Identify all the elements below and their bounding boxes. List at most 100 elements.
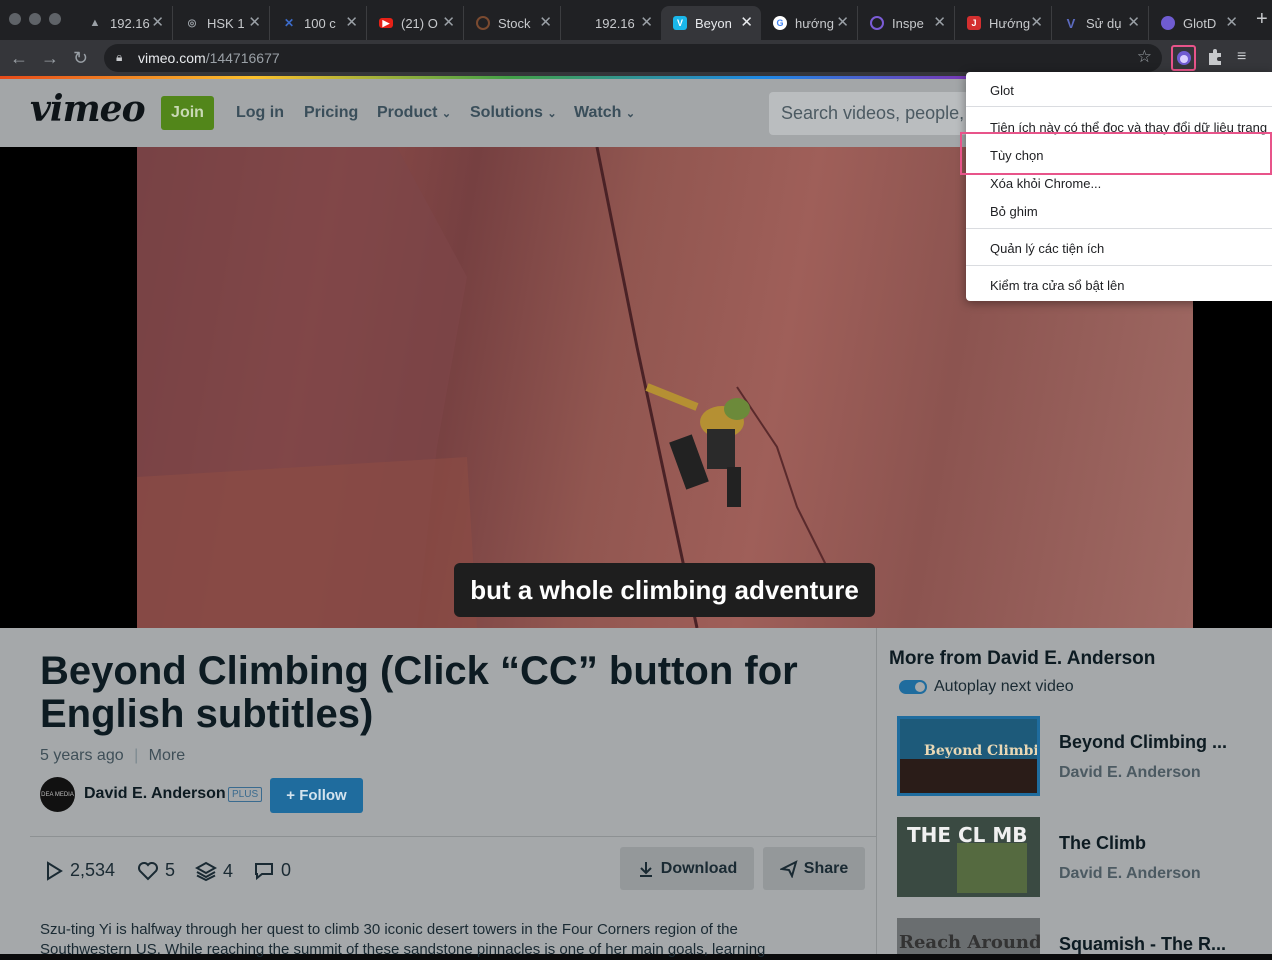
watch-label: Watch (574, 104, 622, 121)
menu-separator (966, 228, 1272, 229)
menu-item-glot[interactable]: Glot (990, 83, 1014, 98)
join-button[interactable]: Join (161, 96, 214, 130)
share-button[interactable]: Share (763, 847, 865, 890)
back-icon[interactable]: ← (10, 48, 28, 68)
vimeo-logo[interactable]: vimeo (30, 88, 146, 130)
browser-tab[interactable]: ▶ (21) O ✕ (367, 6, 464, 40)
plus-badge: PLUS (228, 787, 263, 802)
download-button[interactable]: Download (620, 847, 754, 890)
hsk-icon: ◎ (187, 17, 197, 29)
tab-title: Beyon (695, 15, 732, 31)
close-tab-icon[interactable]: ✕ (1225, 15, 1238, 31)
divider (876, 628, 877, 954)
close-tab-icon[interactable]: ✕ (933, 15, 946, 31)
glot-extension-icon[interactable] (1171, 45, 1196, 71)
product-menu[interactable]: Product ⌄ (377, 104, 451, 122)
v-icon: V (1066, 15, 1076, 31)
close-tab-icon[interactable]: ✕ (1127, 15, 1140, 31)
browser-tab[interactable]: ◎ HSK 1 ✕ (173, 6, 270, 40)
browser-tab[interactable]: ✕ 100 c ✕ (270, 6, 367, 40)
share-icon (779, 859, 798, 878)
follow-button[interactable]: + Follow (270, 778, 363, 813)
browser-tab[interactable]: GlotD ✕ (1149, 6, 1246, 40)
close-tab-icon[interactable]: ✕ (151, 15, 164, 31)
thumbnail-text: THE CL MB (907, 823, 1028, 847)
related-video-thumbnail[interactable]: Beyond Climbing (897, 716, 1040, 796)
close-tab-icon[interactable]: ✕ (248, 15, 261, 31)
close-tab-icon[interactable]: ✕ (1030, 15, 1043, 31)
new-tab-icon[interactable]: + (1256, 9, 1268, 29)
autoplay-label: Autoplay next video (934, 678, 1074, 695)
browser-tab[interactable]: Inspe ✕ (858, 6, 955, 40)
solutions-menu[interactable]: Solutions ⌄ (470, 104, 557, 122)
close-tab-icon[interactable]: ✕ (836, 15, 849, 31)
browser-tab[interactable]: V Sử dụ ✕ (1052, 6, 1149, 40)
tab-title: HSK 1 (207, 15, 245, 31)
related-video-title[interactable]: Squamish - The R... (1059, 934, 1226, 955)
likes-stat[interactable]: 5 (137, 860, 175, 881)
browser-tab[interactable]: J Hướng ✕ (955, 6, 1052, 40)
j-icon: J (967, 16, 981, 30)
login-link[interactable]: Log in (236, 104, 284, 122)
inspect-icon (870, 16, 884, 30)
menu-item-inspect-popup[interactable]: Kiểm tra cửa sổ bật lên (990, 278, 1124, 293)
upload-age: 5 years ago (40, 747, 124, 764)
triangle-icon: ▲ (89, 17, 101, 29)
browser-tab[interactable]: G hướng ✕ (761, 6, 858, 40)
chevron-down-icon: ⌄ (625, 108, 636, 120)
bookmark-star-icon[interactable]: ☆ (1137, 47, 1152, 67)
thumbnail-text: Reach Around (899, 932, 1040, 953)
related-video-thumbnail[interactable]: Reach Around (897, 918, 1040, 954)
browser-tab[interactable]: Stock ✕ (464, 6, 561, 40)
author-name[interactable]: David E. Anderson (84, 785, 226, 803)
related-video-author[interactable]: David E. Anderson (1059, 764, 1201, 782)
menu-item-unpin[interactable]: Bỏ ghim (990, 204, 1038, 219)
menu-item-manage-extensions[interactable]: Quản lý các tiện ích (990, 241, 1104, 256)
menu-separator (966, 265, 1272, 266)
url-path: /144716677 (205, 50, 280, 66)
window-minimize-dot[interactable] (29, 13, 41, 25)
close-tab-icon[interactable]: ✕ (539, 15, 552, 31)
video-title: Beyond Climbing (Click “CC” button for E… (40, 649, 798, 736)
more-link[interactable]: More (149, 747, 185, 764)
close-tab-icon[interactable]: ✕ (345, 15, 358, 31)
video-description: Szu-ting Yi is halfway through her quest… (40, 921, 766, 958)
close-tab-icon[interactable]: ✕ (442, 15, 455, 31)
browser-tab-active[interactable]: V Beyon ✕ (661, 6, 761, 40)
more-from-heading: More from David E. Anderson (889, 648, 1156, 669)
comments-stat[interactable]: 0 (253, 860, 291, 881)
related-video-author[interactable]: David E. Anderson (1059, 865, 1201, 883)
close-tab-icon[interactable]: ✕ (640, 15, 653, 31)
menu-item-remove[interactable]: Xóa khỏi Chrome... (990, 176, 1101, 191)
related-video-title[interactable]: Beyond Climbing ... (1059, 732, 1227, 753)
browser-tab[interactable]: 192.16 ✕ (561, 6, 661, 40)
window-close-dot[interactable] (9, 13, 21, 25)
plays-stat: 2,534 (44, 860, 115, 881)
browser-tab-strip: ▲ 192.16 ✕ ◎ HSK 1 ✕ ✕ 100 c ✕ ▶ (21) O … (0, 0, 1272, 40)
address-bar[interactable]: 🔒︎ vimeo.com/144716677 ☆ (104, 44, 1162, 72)
reload-icon[interactable]: ↻ (73, 48, 88, 68)
collections-stat[interactable]: 4 (195, 860, 233, 882)
x-logo-icon: ✕ (283, 16, 295, 30)
tab-title: Stock (498, 15, 531, 31)
comments-count: 0 (281, 860, 292, 880)
avatar[interactable]: DEA MEDIA (40, 777, 75, 812)
related-video-title[interactable]: The Climb (1059, 833, 1146, 854)
pricing-link[interactable]: Pricing (304, 104, 358, 122)
watch-menu[interactable]: Watch ⌄ (574, 104, 635, 122)
browser-tab[interactable]: ▲ 192.16 ✕ (76, 6, 173, 40)
extensions-puzzle-icon[interactable] (1205, 47, 1225, 72)
autoplay-toggle[interactable] (899, 680, 927, 694)
related-video-thumbnail[interactable]: THE CL MB (897, 817, 1040, 897)
likes-count: 5 (165, 860, 176, 880)
chevron-down-icon: ⌄ (547, 108, 557, 120)
media-queue-icon[interactable]: ≡ (1237, 48, 1246, 66)
options-highlight-box (960, 132, 1272, 175)
window-zoom-dot[interactable] (49, 13, 61, 25)
tab-title: Hướng (989, 15, 1031, 31)
search-input[interactable]: Search videos, people, (769, 92, 969, 135)
tab-title: (21) O (401, 15, 438, 31)
forward-icon[interactable]: → (41, 48, 59, 68)
product-label: Product (377, 104, 438, 121)
close-tab-icon[interactable]: ✕ (740, 15, 753, 31)
